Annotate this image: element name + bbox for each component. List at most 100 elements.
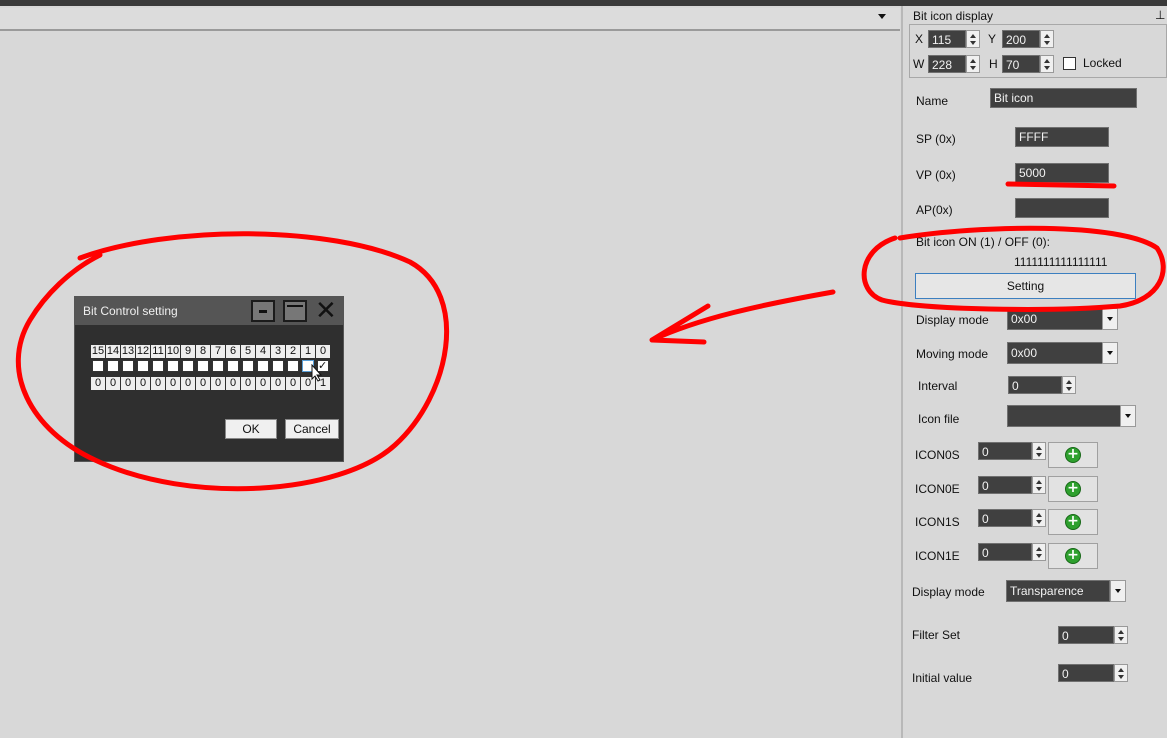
add-icon-button[interactable]: + [1048, 543, 1098, 569]
annotation-arrow [649, 289, 836, 345]
icon-index-input[interactable]: 0 [978, 543, 1032, 561]
bit-checkbox[interactable] [287, 360, 299, 372]
icon-label: ICON1E [915, 549, 960, 563]
interval-input[interactable]: 0 [1008, 376, 1062, 394]
icon-rows [903, 6, 904, 7]
icon-index-spinner[interactable] [1032, 543, 1046, 561]
bit-label: 1 [301, 345, 315, 358]
canvas-divider [0, 30, 900, 31]
bit-value: 0 [151, 377, 165, 390]
bit-label: 14 [106, 345, 120, 358]
display-mode-select[interactable]: 0x00 [1007, 308, 1103, 330]
h-spinner[interactable] [1040, 55, 1054, 73]
icon-file-label: Icon file [918, 412, 960, 426]
x-spinner[interactable] [966, 30, 980, 48]
add-icon-button[interactable]: + [1048, 476, 1098, 502]
bit-value: 0 [256, 377, 270, 390]
bit-label: 9 [181, 345, 195, 358]
display-mode2-select[interactable]: Transparence [1006, 580, 1110, 602]
panel-title: Bit icon display [913, 9, 994, 23]
bit-checkbox[interactable] [197, 360, 209, 372]
icon-index-input[interactable]: 0 [978, 509, 1032, 527]
bit-label: 11 [151, 345, 165, 358]
setting-button[interactable]: Setting [915, 273, 1136, 299]
w-label: W [913, 57, 925, 71]
icon-index-input[interactable]: 0 [978, 476, 1032, 494]
filter-set-spinner[interactable] [1114, 626, 1128, 644]
icon-file-select[interactable] [1007, 405, 1121, 427]
plus-icon: + [1065, 548, 1081, 564]
bit-icon-value: 1111111111111111 [1014, 255, 1108, 269]
bit-value: 0 [121, 377, 135, 390]
filter-set-input[interactable]: 0 [1058, 626, 1114, 644]
bit-checkbox[interactable] [92, 360, 104, 372]
bit-checkbox[interactable] [152, 360, 164, 372]
bit-checkbox[interactable] [242, 360, 254, 372]
bit-checkbox[interactable] [212, 360, 224, 372]
bit-grid: 15014013012011010090807060504030201001 [75, 297, 343, 397]
filter-set-label: Filter Set [912, 628, 961, 642]
initial-value-spinner[interactable] [1114, 664, 1128, 682]
bit-checkbox[interactable] [167, 360, 179, 372]
add-icon-button[interactable]: + [1048, 509, 1098, 535]
bit-checkbox[interactable] [257, 360, 269, 372]
chevron-down-icon[interactable] [1102, 342, 1118, 364]
bit-value: 0 [91, 377, 105, 390]
bit-checkbox[interactable] [107, 360, 119, 372]
bit-label: 0 [316, 345, 330, 358]
chevron-down-icon[interactable] [1102, 308, 1118, 330]
icon-index-spinner[interactable] [1032, 509, 1046, 527]
bit-checkbox[interactable] [227, 360, 239, 372]
initial-value-input[interactable]: 0 [1058, 664, 1114, 682]
sp-label: SP (0x) [916, 132, 956, 146]
pin-icon[interactable]: ⊥ [1155, 8, 1165, 22]
icon-label: ICON1S [915, 515, 960, 529]
bit-label: 8 [196, 345, 210, 358]
bit-checkbox[interactable] [182, 360, 194, 372]
geometry-group: X 115 Y 200 W 228 H 70 [909, 24, 1167, 78]
bit-value: 0 [271, 377, 285, 390]
y-input[interactable]: 200 [1002, 30, 1040, 48]
add-icon-button[interactable]: + [1048, 442, 1098, 468]
y-spinner[interactable] [1040, 30, 1054, 48]
locked-checkbox[interactable] [1063, 57, 1076, 70]
icon-index-input[interactable]: 0 [978, 442, 1032, 460]
plus-icon: + [1065, 514, 1081, 530]
moving-mode-label: Moving mode [916, 347, 989, 361]
bit-label: 2 [286, 345, 300, 358]
locked-label: Locked [1083, 56, 1122, 70]
cancel-button[interactable]: Cancel [285, 419, 339, 439]
interval-spinner[interactable] [1062, 376, 1076, 394]
display-mode-label: Display mode [916, 313, 989, 327]
interval-label: Interval [918, 379, 958, 393]
chevron-down-icon[interactable] [1110, 580, 1126, 602]
ok-button[interactable]: OK [225, 419, 277, 439]
x-input[interactable]: 115 [928, 30, 966, 48]
bit-checkbox[interactable] [137, 360, 149, 372]
x-label: X [915, 32, 924, 46]
chevron-down-icon[interactable] [878, 14, 886, 19]
bit-icon-label: Bit icon ON (1) / OFF (0): [916, 235, 1051, 249]
w-spinner[interactable] [966, 55, 980, 73]
ap-field[interactable] [1015, 198, 1109, 218]
sp-field[interactable]: FFFF [1015, 127, 1109, 147]
bit-value: 0 [106, 377, 120, 390]
bit-value: 0 [286, 377, 300, 390]
vp-field[interactable]: 5000 [1015, 163, 1109, 183]
icon-index-spinner[interactable] [1032, 442, 1046, 460]
icon-index-spinner[interactable] [1032, 476, 1046, 494]
w-input[interactable]: 228 [928, 55, 966, 73]
h-input[interactable]: 70 [1002, 55, 1040, 73]
bit-label: 7 [211, 345, 225, 358]
bit-label: 6 [226, 345, 240, 358]
bit-checkbox[interactable] [122, 360, 134, 372]
ap-label: AP(0x) [916, 203, 953, 217]
plus-icon: + [1065, 481, 1081, 497]
bit-label: 12 [136, 345, 150, 358]
bit-checkbox[interactable] [272, 360, 284, 372]
bit-label: 10 [166, 345, 180, 358]
name-field[interactable]: Bit icon [990, 88, 1137, 108]
chevron-down-icon[interactable] [1120, 405, 1136, 427]
initial-value-label: Initial value [912, 671, 973, 685]
moving-mode-select[interactable]: 0x00 [1007, 342, 1103, 364]
